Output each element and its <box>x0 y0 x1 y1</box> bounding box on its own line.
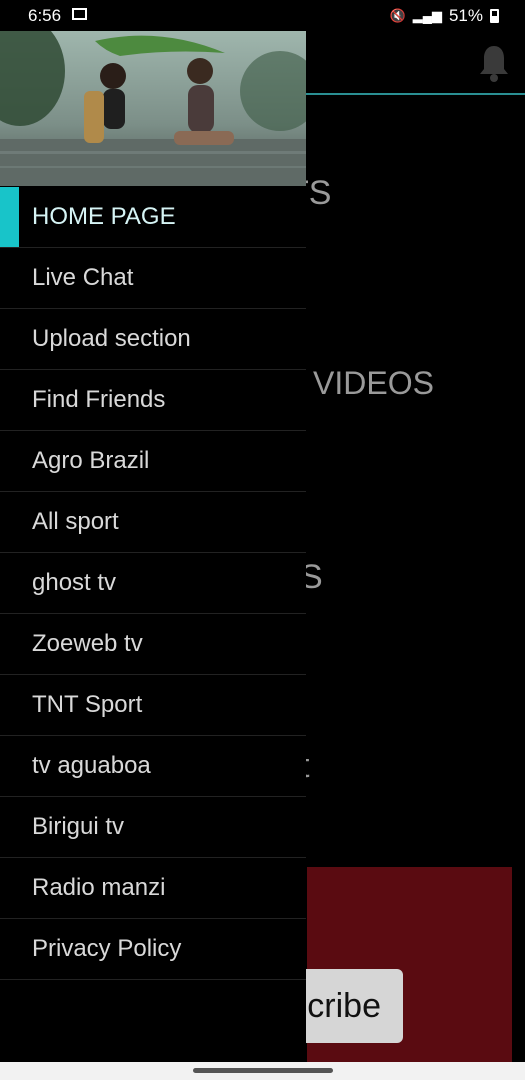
mute-icon: 🔇 <box>389 8 406 23</box>
menu-item-radio-manzi[interactable]: Radio manzi <box>0 858 306 919</box>
menu-item-find-friends[interactable]: Find Friends <box>0 370 306 431</box>
menu-item-label: TNT Sport <box>32 691 143 718</box>
header-photo <box>0 31 306 186</box>
signal-icon: ▂▄▆ <box>412 8 442 23</box>
menu-item-label: Zoeweb tv <box>32 630 143 657</box>
navigation-drawer: HOME PAGE Live Chat Upload section Find … <box>0 31 306 1062</box>
menu-item-label: Live Chat <box>32 264 134 291</box>
menu-item-label: Privacy Policy <box>32 935 182 962</box>
battery-percent: 51% <box>448 6 483 25</box>
menu-item-label: Agro Brazil <box>32 447 150 474</box>
system-nav-bar <box>0 1062 525 1080</box>
bell-icon[interactable] <box>477 43 511 83</box>
menu-item-label: All sport <box>32 508 119 535</box>
menu-item-label: Find Friends <box>32 386 166 413</box>
menu-item-privacy-policy[interactable]: Privacy Policy <box>0 919 306 980</box>
drawer-menu: HOME PAGE Live Chat Upload section Find … <box>0 187 306 980</box>
menu-item-birigui-tv[interactable]: Birigui tv <box>0 797 306 858</box>
menu-item-label: tv aguaboa <box>32 752 151 779</box>
menu-item-label: Radio manzi <box>32 874 166 901</box>
home-handle[interactable] <box>193 1068 333 1073</box>
status-time: 6:56 <box>28 6 62 25</box>
menu-item-agro-brazil[interactable]: Agro Brazil <box>0 431 306 492</box>
status-right-icons: 🔇 ▂▄▆ 51% <box>390 6 499 26</box>
menu-item-label: HOME PAGE <box>32 203 176 230</box>
menu-item-tnt-sport[interactable]: TNT Sport <box>0 675 306 736</box>
menu-item-all-sport[interactable]: All sport <box>0 492 306 553</box>
menu-item-label: ghost tv <box>32 569 117 596</box>
menu-item-ghost-tv[interactable]: ghost tv <box>0 553 306 614</box>
menu-item-live-chat[interactable]: Live Chat <box>0 248 306 309</box>
menu-item-label: Birigui tv <box>32 813 125 840</box>
menu-item-tv-aguaboa[interactable]: tv aguaboa <box>0 736 306 797</box>
menu-item-zoeweb-tv[interactable]: Zoeweb tv <box>0 614 306 675</box>
menu-item-upload-section[interactable]: Upload section <box>0 309 306 370</box>
image-icon <box>72 8 87 20</box>
bg-label-videos: VIDEOS <box>313 365 434 401</box>
status-bar: 6:56 🔇 ▂▄▆ 51% <box>0 0 525 31</box>
menu-item-label: Upload section <box>32 325 191 352</box>
menu-item-home-page[interactable]: HOME PAGE <box>0 187 306 248</box>
drawer-header-image <box>0 31 306 186</box>
battery-icon <box>490 9 499 23</box>
